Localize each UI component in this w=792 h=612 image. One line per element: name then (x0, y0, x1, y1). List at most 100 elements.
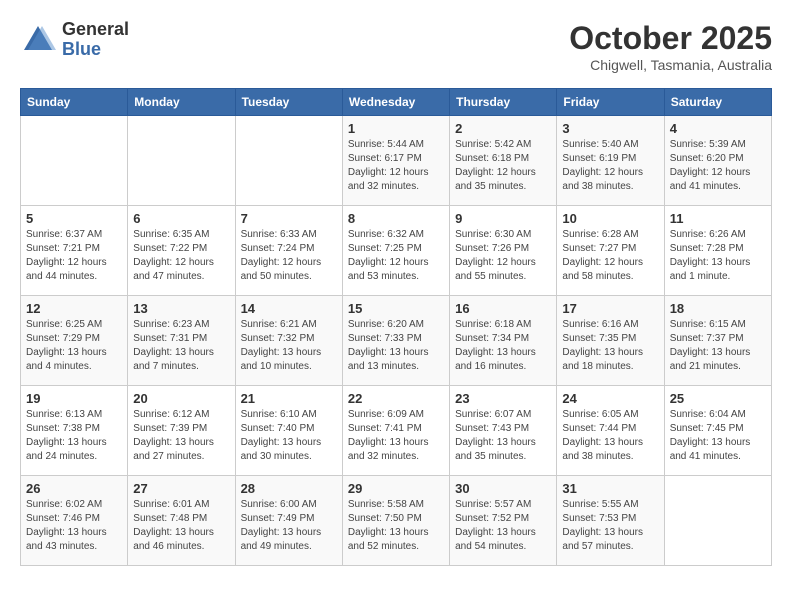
day-info: Sunrise: 6:01 AM Sunset: 7:48 PM Dayligh… (133, 498, 229, 554)
calendar-cell (235, 116, 342, 206)
weekday-header: Sunday (21, 89, 128, 116)
location-subtitle: Chigwell, Tasmania, Australia (569, 57, 772, 73)
calendar-week-row: 19 Sunrise: 6:13 AM Sunset: 7:38 PM Dayli… (21, 386, 772, 476)
day-number: 18 (670, 301, 766, 316)
day-number: 24 (562, 391, 658, 406)
weekday-header: Saturday (664, 89, 771, 116)
calendar-cell: 7 Sunrise: 6:33 AM Sunset: 7:24 PM Daylig… (235, 206, 342, 296)
day-number: 30 (455, 481, 551, 496)
day-info: Sunrise: 6:00 AM Sunset: 7:49 PM Dayligh… (241, 498, 337, 554)
day-number: 29 (348, 481, 444, 496)
calendar-week-row: 5Sunrise: 6:37 AM Sunset: 7:21 PM Daylig… (21, 206, 772, 296)
day-number: 17 (562, 301, 658, 316)
day-info: Sunrise: 6:02 AM Sunset: 7:46 PM Dayligh… (26, 498, 122, 554)
day-number: 11 (670, 211, 766, 226)
calendar-week-row: 1 Sunrise: 5:44 AM Sunset: 6:17 PM Daylig… (21, 116, 772, 206)
day-number: 14 (241, 301, 337, 316)
day-number: 8 (348, 211, 444, 226)
day-info: Sunrise: 6:10 AM Sunset: 7:40 PM Dayligh… (241, 408, 337, 464)
calendar-cell: 21Sunrise: 6:10 AM Sunset: 7:40 PM Dayli… (235, 386, 342, 476)
day-info: Sunrise: 6:23 AM Sunset: 7:31 PM Dayligh… (133, 318, 229, 374)
weekday-header: Wednesday (342, 89, 449, 116)
calendar-cell: 18 Sunrise: 6:15 AM Sunset: 7:37 PM Dayli… (664, 296, 771, 386)
calendar-cell: 3 Sunrise: 5:40 AM Sunset: 6:19 PM Daylig… (557, 116, 664, 206)
calendar-cell: 14 Sunrise: 6:21 AM Sunset: 7:32 PM Dayli… (235, 296, 342, 386)
calendar-cell: 1 Sunrise: 5:44 AM Sunset: 6:17 PM Daylig… (342, 116, 449, 206)
calendar-cell: 2 Sunrise: 5:42 AM Sunset: 6:18 PM Daylig… (450, 116, 557, 206)
calendar-week-row: 12 Sunrise: 6:25 AM Sunset: 7:29 PM Dayli… (21, 296, 772, 386)
day-info: Sunrise: 5:57 AM Sunset: 7:52 PM Dayligh… (455, 498, 551, 554)
calendar-cell (21, 116, 128, 206)
day-number: 1 (348, 121, 444, 136)
day-info: Sunrise: 6:18 AM Sunset: 7:34 PM Dayligh… (455, 318, 551, 374)
day-info: Sunrise: 6:25 AM Sunset: 7:29 PM Dayligh… (26, 318, 122, 374)
day-number: 23 (455, 391, 551, 406)
day-number: 20 (133, 391, 229, 406)
calendar-table: SundayMondayTuesdayWednesdayThursdayFrid… (20, 88, 772, 566)
calendar-cell: 6 Sunrise: 6:35 AM Sunset: 7:22 PM Daylig… (128, 206, 235, 296)
day-number: 5 (26, 211, 122, 226)
day-info: Sunrise: 6:13 AM Sunset: 7:38 PM Dayligh… (26, 408, 122, 464)
day-info: Sunrise: 6:07 AM Sunset: 7:43 PM Dayligh… (455, 408, 551, 464)
calendar-cell: 29 Sunrise: 5:58 AM Sunset: 7:50 PM Dayli… (342, 476, 449, 566)
logo-icon (20, 22, 56, 58)
day-number: 19 (26, 391, 122, 406)
day-info: Sunrise: 6:21 AM Sunset: 7:32 PM Dayligh… (241, 318, 337, 374)
calendar-cell: 5Sunrise: 6:37 AM Sunset: 7:21 PM Daylig… (21, 206, 128, 296)
day-info: Sunrise: 5:39 AM Sunset: 6:20 PM Dayligh… (670, 138, 766, 194)
day-number: 25 (670, 391, 766, 406)
day-number: 22 (348, 391, 444, 406)
calendar-cell: 26 Sunrise: 6:02 AM Sunset: 7:46 PM Dayli… (21, 476, 128, 566)
day-number: 13 (133, 301, 229, 316)
calendar-cell: 15Sunrise: 6:20 AM Sunset: 7:33 PM Dayli… (342, 296, 449, 386)
calendar-cell: 16Sunrise: 6:18 AM Sunset: 7:34 PM Dayli… (450, 296, 557, 386)
logo-general: General (62, 20, 129, 40)
day-info: Sunrise: 5:42 AM Sunset: 6:18 PM Dayligh… (455, 138, 551, 194)
calendar-cell: 23 Sunrise: 6:07 AM Sunset: 7:43 PM Dayli… (450, 386, 557, 476)
day-info: Sunrise: 6:30 AM Sunset: 7:26 PM Dayligh… (455, 228, 551, 284)
day-number: 9 (455, 211, 551, 226)
day-info: Sunrise: 6:05 AM Sunset: 7:44 PM Dayligh… (562, 408, 658, 464)
page-header: General Blue October 2025 Chigwell, Tasm… (20, 20, 772, 73)
day-info: Sunrise: 6:33 AM Sunset: 7:24 PM Dayligh… (241, 228, 337, 284)
calendar-cell: 25Sunrise: 6:04 AM Sunset: 7:45 PM Dayli… (664, 386, 771, 476)
day-number: 7 (241, 211, 337, 226)
calendar-cell (128, 116, 235, 206)
day-info: Sunrise: 5:58 AM Sunset: 7:50 PM Dayligh… (348, 498, 444, 554)
calendar-cell: 17 Sunrise: 6:16 AM Sunset: 7:35 PM Dayli… (557, 296, 664, 386)
day-info: Sunrise: 5:55 AM Sunset: 7:53 PM Dayligh… (562, 498, 658, 554)
calendar-cell: 30 Sunrise: 5:57 AM Sunset: 7:52 PM Dayli… (450, 476, 557, 566)
day-number: 10 (562, 211, 658, 226)
day-info: Sunrise: 6:16 AM Sunset: 7:35 PM Dayligh… (562, 318, 658, 374)
weekday-header: Thursday (450, 89, 557, 116)
calendar-cell: 4Sunrise: 5:39 AM Sunset: 6:20 PM Daylig… (664, 116, 771, 206)
calendar-cell: 10 Sunrise: 6:28 AM Sunset: 7:27 PM Dayli… (557, 206, 664, 296)
day-info: Sunrise: 6:28 AM Sunset: 7:27 PM Dayligh… (562, 228, 658, 284)
calendar-header: SundayMondayTuesdayWednesdayThursdayFrid… (21, 89, 772, 116)
day-number: 26 (26, 481, 122, 496)
day-info: Sunrise: 5:44 AM Sunset: 6:17 PM Dayligh… (348, 138, 444, 194)
calendar-cell: 11Sunrise: 6:26 AM Sunset: 7:28 PM Dayli… (664, 206, 771, 296)
month-title: October 2025 (569, 20, 772, 57)
calendar-cell: 12 Sunrise: 6:25 AM Sunset: 7:29 PM Dayli… (21, 296, 128, 386)
day-info: Sunrise: 6:35 AM Sunset: 7:22 PM Dayligh… (133, 228, 229, 284)
weekday-header: Tuesday (235, 89, 342, 116)
day-number: 2 (455, 121, 551, 136)
calendar-cell (664, 476, 771, 566)
day-info: Sunrise: 6:15 AM Sunset: 7:37 PM Dayligh… (670, 318, 766, 374)
calendar-cell: 19 Sunrise: 6:13 AM Sunset: 7:38 PM Dayli… (21, 386, 128, 476)
day-info: Sunrise: 6:12 AM Sunset: 7:39 PM Dayligh… (133, 408, 229, 464)
day-number: 3 (562, 121, 658, 136)
calendar-cell: 13 Sunrise: 6:23 AM Sunset: 7:31 PM Dayli… (128, 296, 235, 386)
calendar-body: 1 Sunrise: 5:44 AM Sunset: 6:17 PM Daylig… (21, 116, 772, 566)
day-number: 6 (133, 211, 229, 226)
day-number: 12 (26, 301, 122, 316)
day-info: Sunrise: 6:09 AM Sunset: 7:41 PM Dayligh… (348, 408, 444, 464)
day-number: 28 (241, 481, 337, 496)
day-info: Sunrise: 5:40 AM Sunset: 6:19 PM Dayligh… (562, 138, 658, 194)
calendar-cell: 27Sunrise: 6:01 AM Sunset: 7:48 PM Dayli… (128, 476, 235, 566)
day-number: 15 (348, 301, 444, 316)
calendar-cell: 28 Sunrise: 6:00 AM Sunset: 7:49 PM Dayli… (235, 476, 342, 566)
calendar-cell: 9 Sunrise: 6:30 AM Sunset: 7:26 PM Daylig… (450, 206, 557, 296)
logo: General Blue (20, 20, 129, 60)
